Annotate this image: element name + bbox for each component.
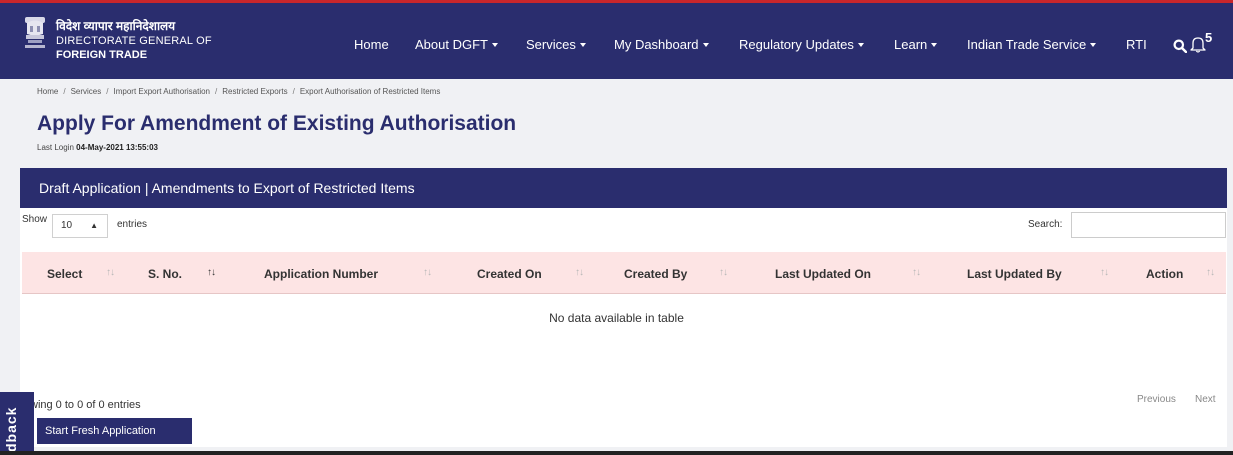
chevron-down-icon	[702, 43, 709, 47]
nav-rti-label: RTI	[1126, 37, 1147, 52]
search-label: Search:	[1028, 219, 1063, 230]
table-info: wing 0 to 0 of 0 entries	[30, 399, 141, 411]
chevron-down-icon	[579, 43, 586, 47]
select-arrows-icon: ▲	[90, 221, 98, 230]
breadcrumb-import-export-authorisation[interactable]: Import Export Authorisation	[114, 87, 211, 96]
sort-icon[interactable]: ↑↓	[912, 267, 921, 278]
card-header: Draft Application | Amendments to Export…	[20, 168, 1227, 208]
nav-rti[interactable]: RTI	[1126, 37, 1147, 52]
breadcrumb-current: Export Authorisation of Restricted Items	[299, 87, 441, 96]
col-created-on[interactable]: Created On	[477, 267, 542, 281]
col-action[interactable]: Action	[1146, 267, 1183, 281]
logo-hindi-name: विदेश व्यापार महानिदेशालय	[56, 19, 176, 33]
nav-learn[interactable]: Learn	[894, 37, 938, 52]
col-select[interactable]: Select	[47, 267, 82, 281]
logo-text: विदेश व्यापार महानिदेशालय DIRECTORATE GE…	[56, 18, 212, 62]
entries-per-page-select[interactable]: 10 ▲	[52, 214, 108, 238]
feedback-tab[interactable]: dback	[0, 392, 34, 455]
nav-home-label: Home	[354, 37, 389, 52]
nav-about-dgft[interactable]: About DGFT	[415, 37, 498, 52]
col-sno[interactable]: S. No.	[148, 267, 182, 281]
nav-my-dashboard[interactable]: My Dashboard	[614, 37, 709, 52]
breadcrumb-restricted-exports[interactable]: Restricted Exports	[222, 87, 287, 96]
show-label: Show	[22, 214, 48, 225]
entries-select-value: 10	[61, 220, 73, 231]
chevron-down-icon	[491, 43, 498, 47]
search-icon[interactable]	[1173, 39, 1187, 53]
sort-icon[interactable]: ↑↓	[719, 267, 728, 278]
chevron-down-icon	[857, 43, 864, 47]
notification-count-badge: 5	[1205, 30, 1213, 45]
col-created-by[interactable]: Created By	[624, 267, 687, 281]
table-empty-message: No data available in table	[549, 311, 684, 325]
last-login-label: Last Login	[37, 143, 74, 152]
nav-regulatory-updates-label: Regulatory Updates	[739, 37, 854, 52]
sort-icon[interactable]: ↑↓	[1206, 267, 1215, 278]
table-header-row: Select ↑↓ S. No. ↑↓ Application Number ↑…	[22, 252, 1226, 294]
table-search-input[interactable]	[1071, 212, 1226, 238]
chevron-down-icon	[1090, 43, 1097, 47]
col-last-updated-by[interactable]: Last Updated By	[967, 267, 1062, 281]
nav-services-label: Services	[526, 37, 576, 52]
breadcrumb-home[interactable]: Home	[37, 87, 58, 96]
breadcrumb-services[interactable]: Services	[71, 87, 102, 96]
breadcrumb: Home / Services / Import Export Authorisatio…	[37, 87, 441, 96]
chevron-down-icon	[931, 43, 938, 47]
last-login: Last Login 04-May-2021 13:55:03	[37, 143, 158, 152]
feedback-label: dback	[3, 406, 19, 452]
draft-application-card: Draft Application | Amendments to Export…	[20, 168, 1227, 447]
sort-icon[interactable]: ↑↓	[1100, 267, 1109, 278]
logo-org-line-bold: FOREIGN TRADE	[56, 49, 148, 61]
start-fresh-application-button[interactable]: Start Fresh Application	[37, 418, 192, 444]
last-login-value: 04-May-2021 13:55:03	[76, 143, 158, 152]
sort-icon[interactable]: ↑↓	[106, 267, 115, 278]
bell-icon[interactable]	[1190, 35, 1206, 53]
sort-icon[interactable]: ↑↓	[423, 267, 432, 278]
top-navbar: विदेश व्यापार महानिदेशालय DIRECTORATE GE…	[0, 0, 1233, 79]
pagination-previous[interactable]: Previous	[1137, 394, 1176, 405]
sort-icon[interactable]: ↑↓	[575, 267, 584, 278]
nav-my-dashboard-label: My Dashboard	[614, 37, 699, 52]
nav-regulatory-updates[interactable]: Regulatory Updates	[739, 37, 864, 52]
page-bottom-border	[0, 451, 1233, 455]
nav-learn-label: Learn	[894, 37, 928, 52]
nav-home[interactable]: Home	[354, 37, 389, 52]
pagination-next[interactable]: Next	[1195, 394, 1216, 405]
nav-about-dgft-label: About DGFT	[415, 37, 488, 52]
nav-services[interactable]: Services	[526, 37, 586, 52]
nav-indian-trade-service[interactable]: Indian Trade Service	[967, 37, 1097, 52]
sort-asc-icon[interactable]: ↑↓	[207, 267, 216, 278]
national-emblem-logo[interactable]	[22, 17, 48, 65]
page-title: Apply For Amendment of Existing Authoris…	[37, 112, 517, 135]
col-application-number[interactable]: Application Number	[264, 267, 378, 281]
logo-org-line: DIRECTORATE GENERAL OF	[56, 35, 212, 47]
nav-indian-trade-service-label: Indian Trade Service	[967, 37, 1087, 52]
col-last-updated-on[interactable]: Last Updated On	[775, 267, 871, 281]
entries-label: entries	[117, 219, 148, 230]
